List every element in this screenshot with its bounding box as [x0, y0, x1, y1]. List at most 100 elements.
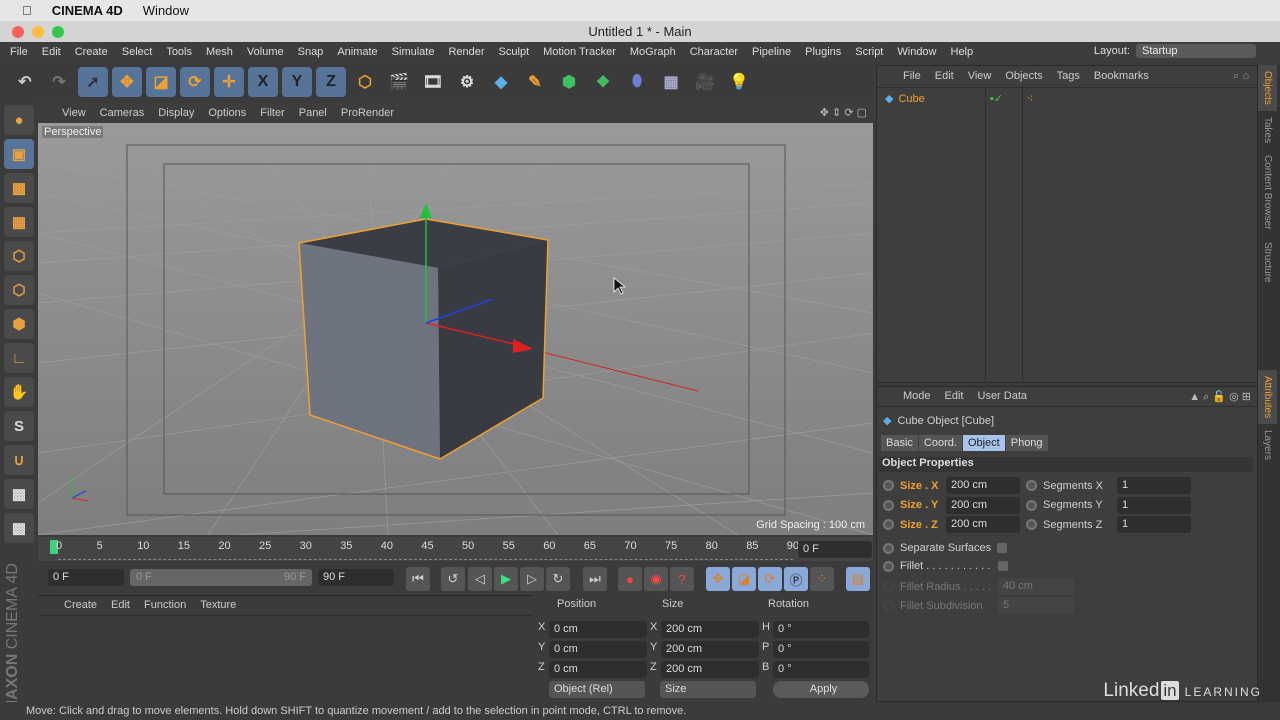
- render-picture-viewer-icon[interactable]: 🎞: [418, 67, 448, 97]
- fillet-radius-field[interactable]: 40 cm: [998, 578, 1074, 595]
- attr-menu-mode[interactable]: Mode: [903, 390, 931, 406]
- menu-tools[interactable]: Tools: [166, 46, 192, 58]
- viewport-menu-display[interactable]: Display: [158, 107, 194, 119]
- size-field[interactable]: 200 cm: [661, 661, 759, 678]
- menu-edit[interactable]: Edit: [42, 46, 61, 58]
- y-axis-lock-button[interactable]: Y: [282, 67, 312, 97]
- viewport-nav-icons[interactable]: ✥ ⇕ ⟳ ▢: [820, 106, 867, 119]
- size-field[interactable]: 200 cm: [661, 621, 759, 638]
- rotation-field[interactable]: 0 °: [773, 621, 869, 638]
- rotation-field[interactable]: 0 °: [773, 661, 869, 678]
- tab-object[interactable]: Object: [962, 435, 1005, 451]
- light-icon[interactable]: 💡: [724, 67, 754, 97]
- tab-coord[interactable]: Coord.: [918, 435, 962, 451]
- window-menu[interactable]: Window: [143, 3, 189, 18]
- start-frame-field[interactable]: 0 F: [48, 569, 124, 586]
- animate-radio[interactable]: [883, 480, 894, 491]
- undo-icon[interactable]: ↶: [10, 67, 40, 97]
- tab-basic[interactable]: Basic: [881, 435, 918, 451]
- menu-file[interactable]: File: [10, 46, 28, 58]
- record-keys-icon[interactable]: ●: [618, 567, 642, 591]
- lock-workplane-icon[interactable]: ▩: [4, 479, 34, 509]
- objmgr-search-icon[interactable]: ⌕ ⌂: [1233, 70, 1249, 87]
- attr-menu-edit[interactable]: Edit: [945, 390, 964, 406]
- side-tab-attributes[interactable]: Attributes: [1258, 370, 1277, 425]
- menu-simulate[interactable]: Simulate: [392, 46, 435, 58]
- objmgr-menu-bookmarks[interactable]: Bookmarks: [1094, 70, 1149, 87]
- animate-radio[interactable]: [1026, 499, 1037, 511]
- texture-mode-icon[interactable]: ▩: [4, 173, 34, 203]
- menu-volume[interactable]: Volume: [247, 46, 284, 58]
- frame-range-slider[interactable]: 0 F 90 F: [130, 569, 312, 586]
- attr-toolbar-icons[interactable]: ▲ ⌕ 🔓 ◎ ⊞: [1189, 390, 1251, 406]
- size-field[interactable]: 200 cm: [661, 641, 759, 658]
- position-field[interactable]: 0 cm: [549, 641, 647, 658]
- make-editable-icon[interactable]: ●: [4, 105, 34, 135]
- deformer-icon[interactable]: ⬮: [622, 67, 652, 97]
- move-tool-icon[interactable]: ✥: [112, 67, 142, 97]
- rotation-field[interactable]: 0 °: [773, 641, 869, 658]
- visibility-checkmark-icon[interactable]: ▪✓: [990, 92, 1003, 105]
- coordinate-system-icon[interactable]: ⬡: [350, 67, 380, 97]
- animate-radio[interactable]: [883, 519, 894, 530]
- material-menu-function[interactable]: Function: [144, 599, 186, 615]
- transform-tool-icon[interactable]: ✛: [214, 67, 244, 97]
- workplane-icon[interactable]: ▦: [4, 207, 34, 237]
- size-field[interactable]: 200 cm: [946, 496, 1020, 514]
- planar-workplane-icon[interactable]: ▩: [4, 513, 34, 543]
- zoom-button[interactable]: [52, 26, 64, 38]
- menu-script[interactable]: Script: [855, 46, 883, 58]
- animate-radio[interactable]: [1026, 480, 1037, 491]
- menu-mesh[interactable]: Mesh: [206, 46, 233, 58]
- previous-key-icon[interactable]: ↺: [441, 567, 465, 591]
- menu-sculpt[interactable]: Sculpt: [499, 46, 530, 58]
- current-frame-field[interactable]: 0 F: [798, 541, 872, 558]
- viewport-menu-panel[interactable]: Panel: [299, 107, 327, 119]
- subdivision-surface-icon[interactable]: ⬢: [554, 67, 584, 97]
- edges-mode-icon[interactable]: ⬡: [4, 275, 34, 305]
- animate-radio[interactable]: [883, 542, 894, 554]
- viewport-menu-cameras[interactable]: Cameras: [100, 107, 145, 119]
- objmgr-menu-edit[interactable]: Edit: [935, 70, 954, 87]
- side-tab-takes[interactable]: Takes: [1258, 111, 1277, 149]
- key-position-icon[interactable]: ✥: [706, 567, 730, 591]
- previous-frame-icon[interactable]: ◁: [468, 567, 492, 591]
- close-button[interactable]: [12, 26, 24, 38]
- position-field[interactable]: 0 cm: [549, 661, 647, 678]
- app-menu[interactable]: CINEMA 4D: [52, 3, 123, 18]
- key-point-level-icon[interactable]: ⁘: [810, 567, 834, 591]
- segments-field[interactable]: 1: [1117, 516, 1191, 533]
- go-to-start-icon[interactable]: ⏮: [406, 567, 430, 591]
- minimize-button[interactable]: [32, 26, 44, 38]
- next-frame-icon[interactable]: ▷: [520, 567, 544, 591]
- timeline[interactable]: 0 5 10 15 20 25 30 35 40 45 50 55 60 65 70 75 80 85 90 0 F: [38, 537, 873, 561]
- menu-select[interactable]: Select: [122, 46, 153, 58]
- end-frame-field[interactable]: 90 F: [318, 569, 394, 586]
- material-menu-texture[interactable]: Texture: [200, 599, 236, 615]
- phong-tag-icon[interactable]: ⁖: [1027, 92, 1033, 105]
- timeline-window-icon[interactable]: ▤: [846, 567, 870, 591]
- scale-tool-icon[interactable]: ◪: [146, 67, 176, 97]
- layout-selector[interactable]: Layout: Startup: [1094, 44, 1256, 58]
- x-axis-lock-button[interactable]: X: [248, 67, 278, 97]
- tab-phong[interactable]: Phong: [1005, 435, 1048, 451]
- apple-icon[interactable]: : [22, 3, 32, 18]
- keyframe-selection-icon[interactable]: ?: [670, 567, 694, 591]
- floor-icon[interactable]: ▦: [656, 67, 686, 97]
- menu-pipeline[interactable]: Pipeline: [752, 46, 791, 58]
- size-mode-dropdown[interactable]: Size: [660, 681, 756, 698]
- menu-render[interactable]: Render: [448, 46, 484, 58]
- next-key-icon[interactable]: ↻: [546, 567, 570, 591]
- segments-field[interactable]: 1: [1117, 496, 1191, 514]
- menu-window[interactable]: Window: [897, 46, 936, 58]
- objmgr-menu-view[interactable]: View: [968, 70, 992, 87]
- side-tab-objects[interactable]: Objects: [1258, 65, 1277, 111]
- redo-icon[interactable]: ↷: [44, 67, 74, 97]
- layout-dropdown[interactable]: Startup: [1136, 44, 1256, 58]
- object-row-cube[interactable]: ◆ Cube: [885, 92, 925, 106]
- viewport-menu-options[interactable]: Options: [208, 107, 246, 119]
- size-field[interactable]: 200 cm: [946, 516, 1020, 533]
- material-menu-create[interactable]: Create: [64, 599, 97, 615]
- array-icon[interactable]: ❖: [588, 67, 618, 97]
- camera-icon[interactable]: 🎥: [690, 67, 720, 97]
